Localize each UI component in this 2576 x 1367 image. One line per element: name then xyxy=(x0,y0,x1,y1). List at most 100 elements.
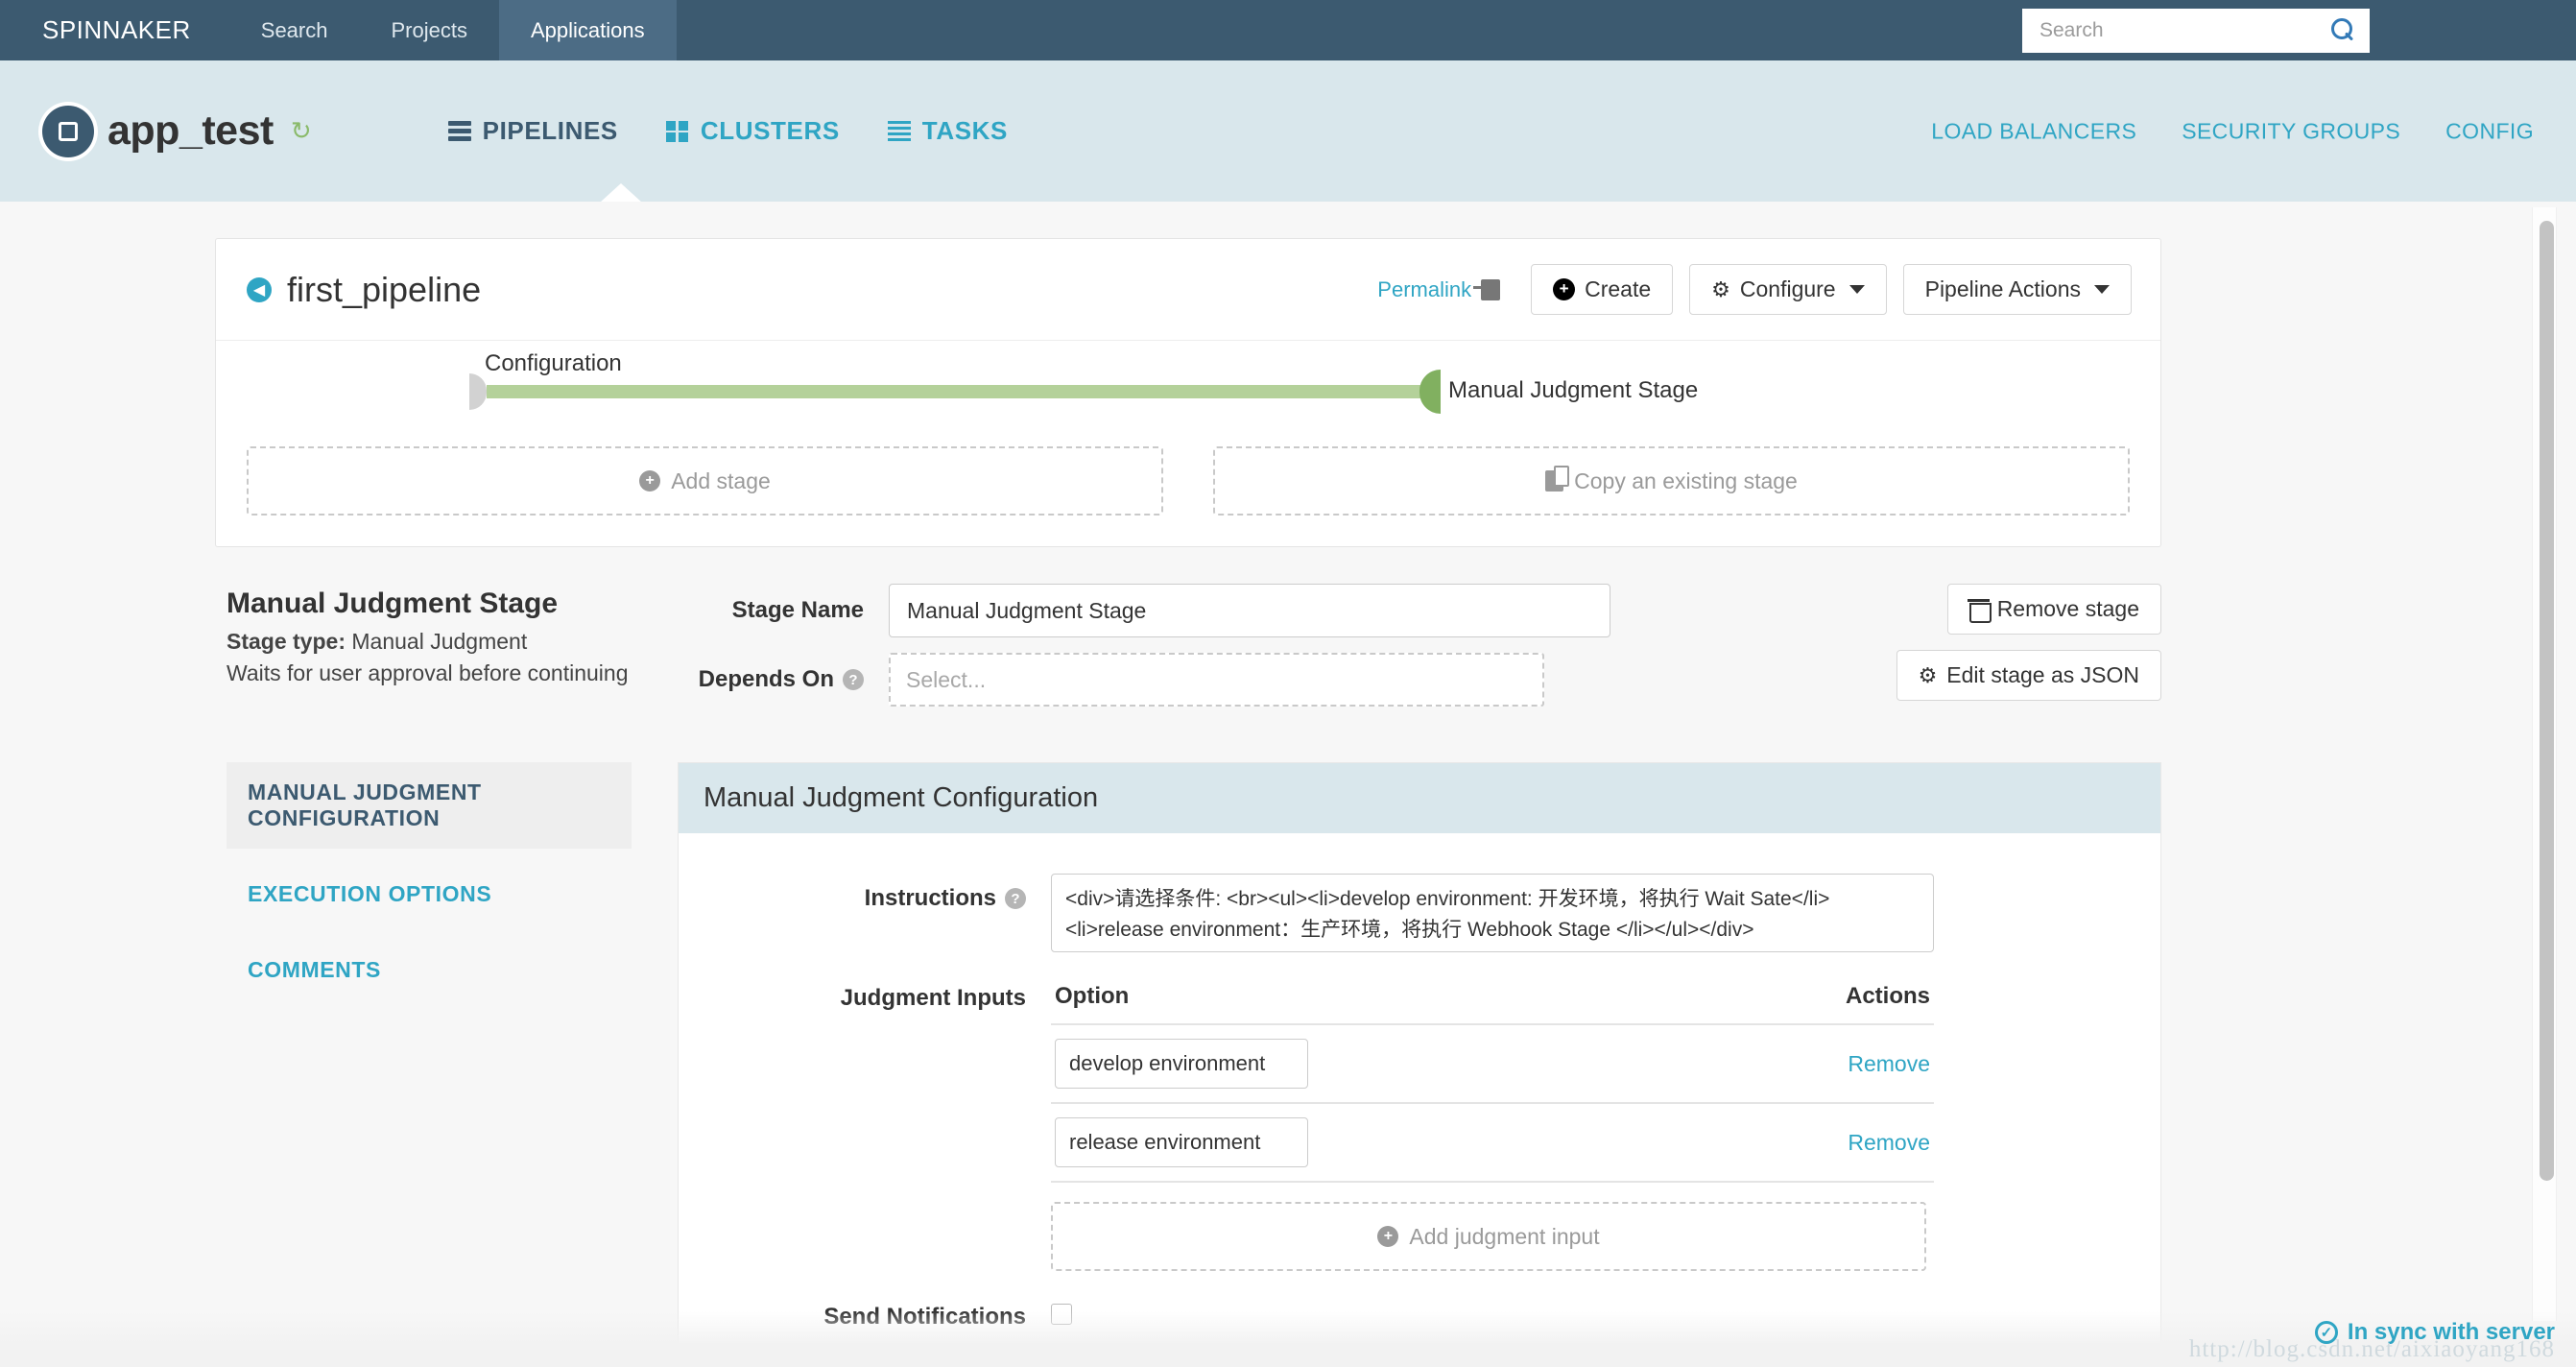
edit-stage-json-button[interactable]: ⚙ Edit stage as JSON xyxy=(1896,650,2161,701)
stage-name-input[interactable] xyxy=(889,584,1610,637)
judgment-input-option-0[interactable] xyxy=(1055,1039,1308,1089)
depends-on-label: Depends On xyxy=(698,666,834,692)
stage-add-row: + Add stage Copy an existing stage xyxy=(216,446,2160,546)
app-name: app_test xyxy=(107,108,274,154)
vertical-scrollbar-track[interactable] xyxy=(2532,207,2557,1321)
active-tab-pointer xyxy=(600,183,642,203)
stage-type-label: Stage type: xyxy=(227,629,346,654)
stage-side-actions: Remove stage ⚙ Edit stage as JSON xyxy=(1896,578,2161,701)
status-footer: ✓ In sync with server http://blog.csdn.n… xyxy=(0,1311,2576,1367)
application-tabs: PIPELINES CLUSTERS TASKS xyxy=(447,116,1008,146)
link-load-balancers[interactable]: LOAD BALANCERS xyxy=(1931,118,2136,144)
pipeline-graph: Configuration Manual Judgment Stage xyxy=(216,341,2160,446)
remove-stage-label: Remove stage xyxy=(1996,596,2139,621)
link-security-groups[interactable]: SECURITY GROUPS xyxy=(2182,118,2400,144)
spinnaker-brand[interactable]: SPINNAKER xyxy=(0,0,229,60)
copy-existing-stage-button[interactable]: Copy an existing stage xyxy=(1213,446,2130,516)
top-nav-links: Search Projects Applications xyxy=(229,0,677,60)
remove-judgment-input-0[interactable]: Remove xyxy=(1848,1051,1930,1077)
config-panel-title: Manual Judgment Configuration xyxy=(679,763,2160,833)
gear-icon: ⚙ xyxy=(1918,662,1938,687)
depends-on-select[interactable]: Select... xyxy=(889,653,1544,707)
sync-status: ✓ In sync with server xyxy=(2314,1319,2555,1346)
judgment-inputs-table: Option Actions Remove Remove xyxy=(1051,973,1934,1271)
help-icon[interactable]: ? xyxy=(843,669,864,690)
tab-clusters[interactable]: CLUSTERS xyxy=(665,116,840,146)
search-icon[interactable] xyxy=(2331,18,2356,43)
add-judgment-input-button[interactable]: + Add judgment input xyxy=(1051,1202,1926,1271)
grid-icon xyxy=(665,120,689,143)
tab-tasks[interactable]: TASKS xyxy=(887,116,1008,146)
graph-node-manual-judgment[interactable] xyxy=(1419,370,1441,414)
judgment-inputs-table-header: Option Actions xyxy=(1051,973,1934,1025)
gear-icon: ⚙ xyxy=(1711,276,1730,301)
pipeline-title: first_pipeline xyxy=(287,269,482,309)
tab-pipelines-label: PIPELINES xyxy=(482,116,618,145)
main-content: ◀ first_pipeline Permalink + Create ⚙ Co… xyxy=(0,202,2576,1367)
stage-detail-section: Manual Judgment Stage Stage type: Manual… xyxy=(215,578,2161,722)
table-row: Remove xyxy=(1051,1104,1934,1183)
table-row: Remove xyxy=(1051,1025,1934,1104)
config-nav-comments[interactable]: COMMENTS xyxy=(227,940,632,1000)
add-stage-label: Add stage xyxy=(671,468,771,493)
nav-link-projects[interactable]: Projects xyxy=(359,0,498,60)
remove-judgment-input-1[interactable]: Remove xyxy=(1848,1130,1930,1156)
depends-on-placeholder: Select... xyxy=(906,666,987,692)
stage-name-row: Stage Name xyxy=(649,584,1912,637)
global-search-box[interactable] xyxy=(2022,9,2370,53)
instructions-label-wrap: Instructions ? xyxy=(679,874,1051,912)
pipeline-actions-button[interactable]: Pipeline Actions xyxy=(1902,264,2132,315)
graph-configuration-label[interactable]: Configuration xyxy=(485,350,622,377)
depends-on-row: Depends On ? Select... xyxy=(649,653,1912,707)
search-input[interactable] xyxy=(2039,19,2331,42)
configure-button[interactable]: ⚙ Configure xyxy=(1689,264,1887,315)
stage-description: Waits for user approval before continuin… xyxy=(227,660,629,686)
help-icon[interactable]: ? xyxy=(1005,888,1026,909)
instructions-textarea[interactable]: <div>请选择条件: <br><ul><li>develop environm… xyxy=(1051,874,1934,952)
graph-node-configuration[interactable] xyxy=(469,373,487,410)
copy-icon xyxy=(1545,466,1570,492)
plus-icon: + xyxy=(639,470,661,492)
stage-info: Manual Judgment Stage Stage type: Manual… xyxy=(227,578,649,690)
application-secondary-links: LOAD BALANCERS SECURITY GROUPS CONFIG xyxy=(1931,118,2534,144)
plus-icon: + xyxy=(1377,1226,1399,1247)
top-navigation-bar: SPINNAKER Search Projects Applications xyxy=(0,0,2576,60)
add-stage-button[interactable]: + Add stage xyxy=(247,446,1163,516)
create-button[interactable]: + Create xyxy=(1531,264,1674,315)
stage-type-line: Stage type: Manual Judgment xyxy=(227,626,649,658)
config-nav-execution-options[interactable]: EXECUTION OPTIONS xyxy=(227,864,632,924)
collapse-pipeline-icon[interactable]: ◀ xyxy=(247,276,272,302)
stage-config-nav: MANUAL JUDGMENT CONFIGURATION EXECUTION … xyxy=(227,762,678,1016)
tab-pipelines[interactable]: PIPELINES xyxy=(447,116,618,146)
permalink-link[interactable]: Permalink xyxy=(1377,276,1501,302)
stage-config-section: MANUAL JUDGMENT CONFIGURATION EXECUTION … xyxy=(215,762,2161,1353)
stage-name-label: Stage Name xyxy=(731,597,864,623)
stage-form: Stage Name Depends On ? Select... xyxy=(649,578,1912,722)
refresh-icon[interactable]: ↻ xyxy=(291,116,312,146)
copy-stage-label: Copy an existing stage xyxy=(1574,468,1798,493)
nav-link-search[interactable]: Search xyxy=(229,0,360,60)
judgment-input-option-1[interactable] xyxy=(1055,1117,1308,1167)
check-circle-icon: ✓ xyxy=(2314,1321,2338,1344)
edit-stage-json-label: Edit stage as JSON xyxy=(1946,662,2139,687)
create-button-label: Create xyxy=(1585,276,1652,301)
configure-button-label: Configure xyxy=(1739,276,1836,301)
link-config[interactable]: CONFIG xyxy=(2445,118,2534,144)
pipeline-card: ◀ first_pipeline Permalink + Create ⚙ Co… xyxy=(215,238,2161,547)
instructions-row: Instructions ? <div>请选择条件: <br><ul><li>d… xyxy=(679,874,2160,952)
nav-link-applications[interactable]: Applications xyxy=(498,0,677,60)
config-panel-body: Instructions ? <div>请选择条件: <br><ul><li>d… xyxy=(679,833,2160,1331)
tab-tasks-label: TASKS xyxy=(921,116,1008,145)
application-header: app_test ↻ PIPELINES CLUSTERS TASKS LOAD… xyxy=(0,60,2576,203)
manual-judgment-config-panel: Manual Judgment Configuration Instructio… xyxy=(678,762,2161,1353)
stage-heading: Manual Judgment Stage xyxy=(227,588,559,619)
config-nav-manual-judgment[interactable]: MANUAL JUDGMENT CONFIGURATION xyxy=(227,762,632,849)
remove-stage-button[interactable]: Remove stage xyxy=(1946,584,2161,635)
column-header-option: Option xyxy=(1055,983,1130,1009)
judgment-inputs-label: Judgment Inputs xyxy=(840,985,1026,1011)
permalink-label: Permalink xyxy=(1377,276,1472,301)
judgment-inputs-row: Judgment Inputs Option Actions Remove xyxy=(679,973,2160,1271)
vertical-scrollbar-thumb[interactable] xyxy=(2540,221,2554,1181)
graph-stage-label[interactable]: Manual Judgment Stage xyxy=(1448,377,1698,404)
plus-icon: + xyxy=(1553,278,1576,300)
